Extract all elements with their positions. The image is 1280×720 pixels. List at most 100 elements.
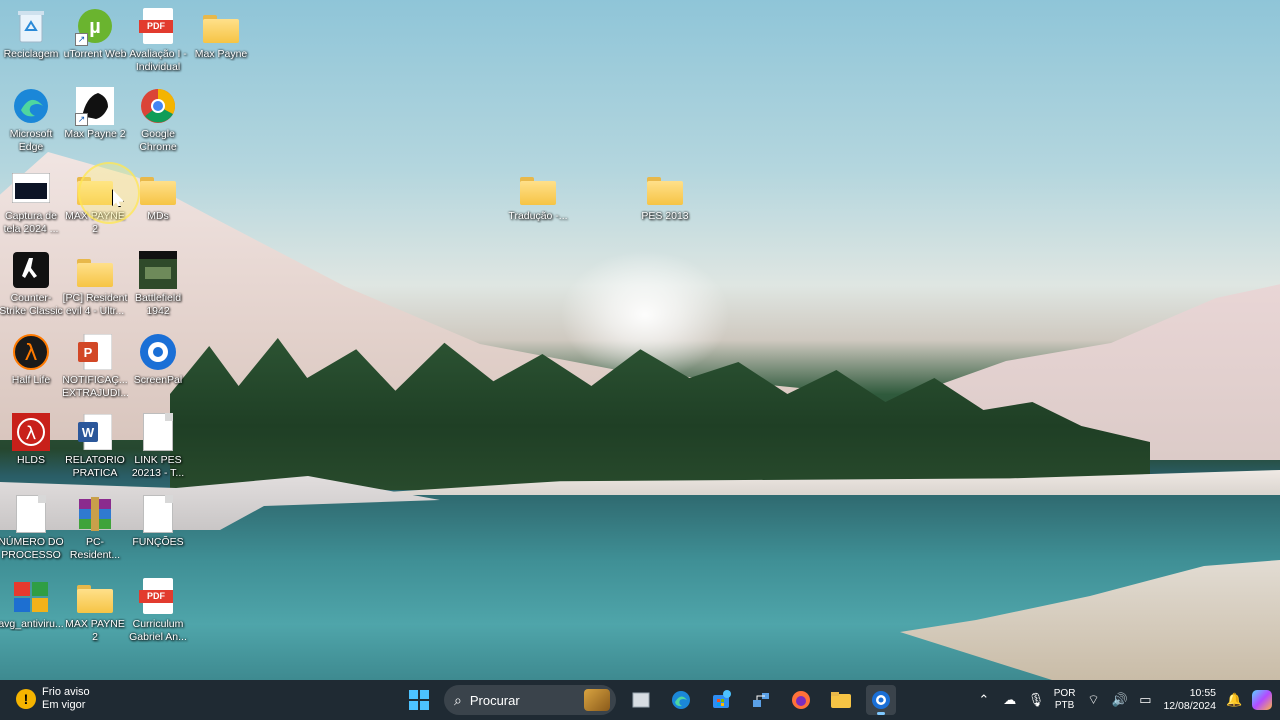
svg-text:µ: µ (89, 16, 101, 38)
recycle-bin-icon (11, 6, 51, 46)
desktop-icon-notificacao-ppt[interactable]: P NOTIFICAÇ... EXTRAJUDI... (62, 332, 128, 399)
desktop-icon-max-payne-folder[interactable]: Max Payne (188, 6, 254, 61)
desktop-icon-label: MAX PAYNE 2 (65, 618, 125, 643)
clock-date: 12/08/2024 (1163, 700, 1216, 712)
max-payne-2-game-icon: ↗ (75, 86, 115, 126)
powerpoint-file-icon: P (75, 332, 115, 372)
desktop-icon-battlefield[interactable]: Battlefield 1942 (125, 250, 191, 317)
system-tray: ⌃ ☁ 🎙 POR PTB ⌔ 🔊 ▭ 10:55 12/08/2024 🔔 (976, 680, 1280, 720)
clock[interactable]: 10:55 12/08/2024 (1163, 687, 1216, 713)
taskbar-firefox[interactable] (786, 685, 816, 715)
desktop-icon-label: PES 2013 (641, 210, 689, 222)
desktop-icon-counter-strike[interactable]: Counter-Strike Classic (0, 250, 64, 317)
desktop: Reciclagem µ ↗ uTorrent Web PDF Avaliaçã… (0, 0, 1280, 680)
desktop-icon-label: MDs (147, 210, 169, 222)
language-top: POR (1053, 688, 1076, 699)
desktop-icon-relatorio-word[interactable]: W RELATORIO PRATICA IN... (62, 412, 128, 480)
desktop-icon-label: ScreenPal (133, 374, 183, 386)
desktop-icon-pes-2013-folder[interactable]: PES 2013 (632, 168, 698, 223)
language-indicator[interactable]: POR PTB (1054, 688, 1076, 712)
desktop-icon-resident-rar[interactable]: PC-Resident... (62, 494, 128, 561)
taskbar-network-app[interactable] (746, 685, 776, 715)
pdf-curriculum-icon: PDF (138, 576, 178, 616)
desktop-icon-label: Battlefield 1942 (134, 292, 182, 317)
edge-icon (672, 691, 690, 709)
text-file-numero-icon (11, 494, 51, 534)
desktop-icon-link-pes-text[interactable]: LINK PES 20213 - T... (125, 412, 191, 479)
text-file-funcoes-icon (138, 494, 178, 534)
weather-widget[interactable]: ! Frio aviso Em vigor (16, 686, 90, 712)
desktop-icon-label: Captura de tela 2024 ... (3, 210, 59, 235)
desktop-icon-edge[interactable]: Microsoft Edge (0, 86, 64, 153)
taskbar: ! Frio aviso Em vigor ⌕ Procurar ⌃ ☁ 🎙 P… (0, 680, 1280, 720)
microphone-icon[interactable]: 🎙 (1028, 692, 1045, 708)
file-explorer-icon (831, 692, 851, 708)
taskbar-screenpal[interactable] (866, 685, 896, 715)
desktop-icon-max-payne-2-game[interactable]: ↗ Max Payne 2 (62, 86, 128, 141)
desktop-icon-curriculum-pdf[interactable]: PDF Curriculum Gabriel An... (125, 576, 191, 643)
zip-max-payne-2-icon (75, 576, 115, 616)
cursor-highlight (78, 162, 140, 224)
folder-pes-2013-icon (645, 168, 685, 208)
desktop-icon-label: Max Payne 2 (64, 128, 126, 140)
desktop-icon-funcoes-text[interactable]: FUNÇÕES (125, 494, 191, 549)
desktop-icon-avaliacao-pdf[interactable]: PDF Avaliação I - Individual (125, 6, 191, 73)
chrome-icon (138, 86, 178, 126)
cloud-offline-icon[interactable]: ☁ (1002, 692, 1018, 708)
desktop-icon-label: Counter-Strike Classic (0, 292, 63, 317)
network-app-icon (753, 693, 769, 707)
desktop-icon-max-payne-2-zip[interactable]: MAX PAYNE 2 (62, 576, 128, 643)
copilot-icon[interactable] (1252, 690, 1272, 710)
battery-icon[interactable]: ▭ (1137, 692, 1153, 708)
folder-max-payne-icon (201, 6, 241, 46)
desktop-icon-avg-antivirus[interactable]: avg_antiviru... (0, 576, 64, 631)
svg-text:λ: λ (26, 423, 37, 444)
folder-mds-icon (138, 168, 178, 208)
chevron-up-icon[interactable]: ⌃ (976, 692, 992, 708)
pdf-avaliacao-icon: PDF (138, 6, 178, 46)
volume-icon[interactable]: 🔊 (1111, 692, 1127, 708)
desktop-icon-label: uTorrent Web (63, 48, 127, 60)
hlds-icon: λ (11, 412, 51, 452)
windows-logo-icon (409, 690, 429, 710)
desktop-icon-screenpal[interactable]: ScreenPal (125, 332, 191, 387)
desktop-icon-half-life[interactable]: λ Half Life (0, 332, 64, 387)
battlefield-icon (138, 250, 178, 290)
desktop-icon-label: RELATORIO PRATICA IN... (65, 454, 125, 480)
counter-strike-icon (11, 250, 51, 290)
desktop-icon-hlds[interactable]: λ HLDS (0, 412, 64, 467)
desktop-icon-traducao-folder[interactable]: Tradução -... (505, 168, 571, 223)
edge-icon (11, 86, 51, 126)
notification-bell-icon[interactable]: 🔔 (1226, 692, 1242, 708)
weather-title: Frio aviso (42, 686, 90, 698)
desktop-icon-utorrent[interactable]: µ ↗ uTorrent Web (62, 6, 128, 61)
desktop-icon-recycle-bin[interactable]: Reciclagem (0, 6, 64, 61)
desktop-icon-label: PC-Resident... (69, 536, 121, 561)
desktop-icon-label: Reciclagem (3, 48, 59, 60)
utorrent-web-icon: µ ↗ (75, 6, 115, 46)
desktop-icon-screenshot[interactable]: Captura de tela 2024 ... (0, 168, 64, 235)
half-life-icon: λ (11, 332, 51, 372)
taskbar-search[interactable]: ⌕ Procurar (444, 685, 616, 715)
task-view-button[interactable] (626, 685, 656, 715)
language-bottom: PTB (1054, 700, 1075, 711)
desktop-icon-chrome[interactable]: Google Chrome (125, 86, 191, 153)
avg-antivirus-icon (11, 576, 51, 616)
taskbar-store[interactable] (706, 685, 736, 715)
desktop-icon-resident-evil-folder[interactable]: [PC] Resident evil 4 - Ultr... (62, 250, 128, 317)
start-button[interactable] (404, 685, 434, 715)
rar-file-icon (75, 494, 115, 534)
screenpal-icon (138, 332, 178, 372)
shortcut-arrow-icon: ↗ (75, 33, 88, 46)
taskbar-edge[interactable] (666, 685, 696, 715)
desktop-icon-numero-processo-text[interactable]: NÚMERO DO PROCESSO ... (0, 494, 64, 562)
desktop-icon-label: Max Payne (194, 48, 248, 60)
screenpal-icon (872, 691, 890, 709)
taskbar-file-explorer[interactable] (826, 685, 856, 715)
screenshot-file-icon (11, 168, 51, 208)
svg-text:λ: λ (24, 341, 37, 366)
wifi-icon[interactable]: ⌔ (1085, 692, 1101, 708)
taskbar-center: ⌕ Procurar (404, 684, 896, 716)
desktop-icon-label: Google Chrome (139, 128, 177, 153)
search-placeholder: Procurar (469, 692, 520, 708)
